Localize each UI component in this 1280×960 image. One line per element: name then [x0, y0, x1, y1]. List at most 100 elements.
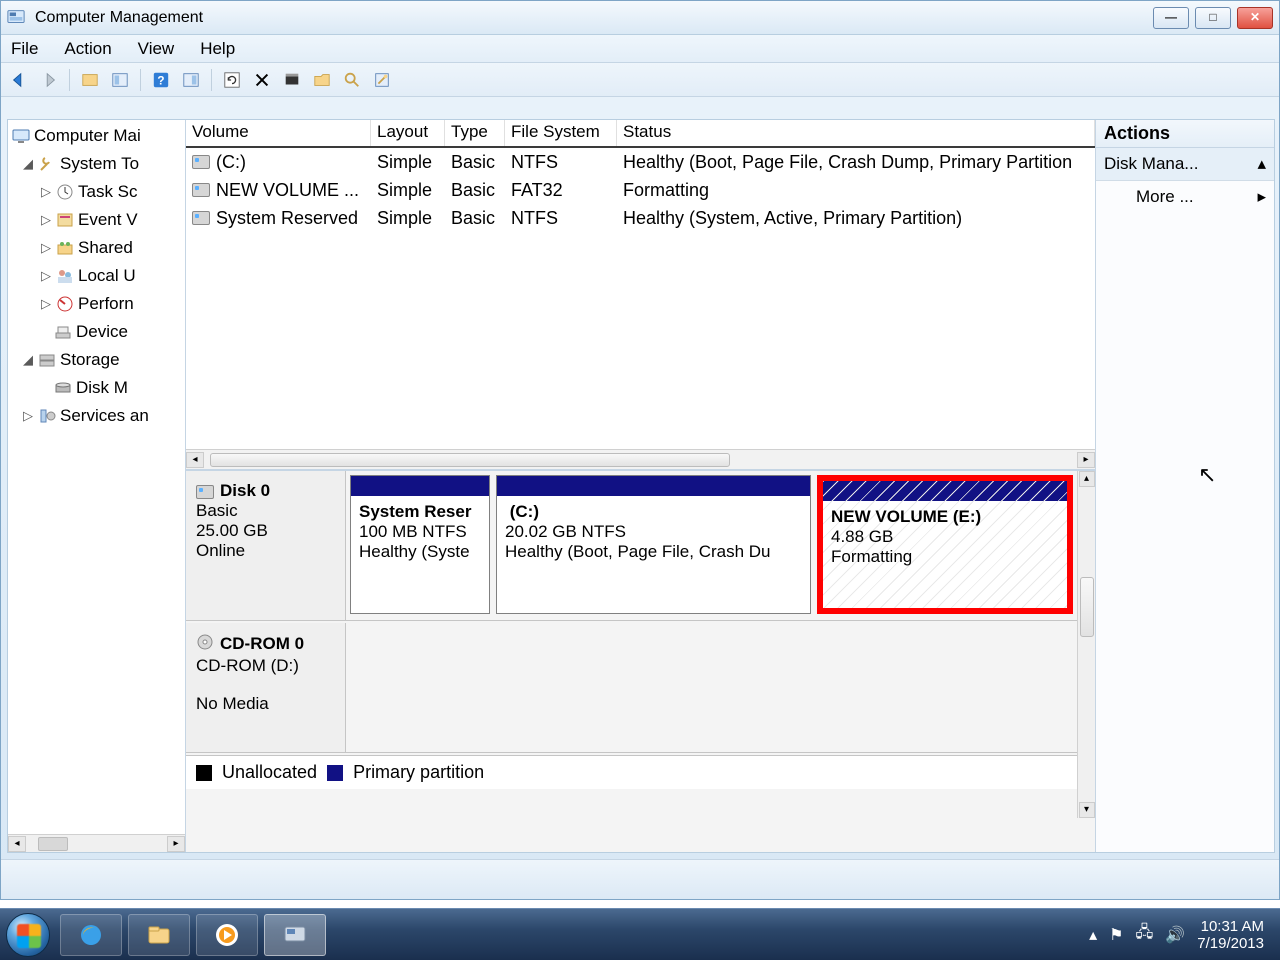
actions-header: Actions — [1096, 120, 1274, 148]
open-icon[interactable] — [310, 68, 334, 92]
window-title: Computer Management — [35, 9, 1153, 27]
expand-icon[interactable]: ▷ — [22, 408, 34, 424]
col-volume[interactable]: Volume — [186, 120, 371, 146]
menu-view[interactable]: View — [138, 39, 175, 59]
tray-clock[interactable]: 10:31 AM 7/19/2013 — [1197, 918, 1264, 952]
tree-disk-management[interactable]: Disk M — [10, 374, 185, 402]
col-filesystem[interactable]: File System — [505, 120, 617, 146]
col-status[interactable]: Status — [617, 120, 1095, 146]
show-hide-tree-button[interactable] — [78, 68, 102, 92]
taskbar[interactable]: ▴ ⚑ 🖧 🔊 10:31 AM 7/19/2013 — [0, 908, 1280, 960]
volume-list-header[interactable]: Volume Layout Type File System Status — [186, 120, 1095, 148]
legend-label-primary: Primary partition — [353, 762, 484, 783]
help-button[interactable]: ? — [149, 68, 173, 92]
system-tray[interactable]: ▴ ⚑ 🖧 🔊 10:31 AM 7/19/2013 — [1089, 918, 1274, 952]
collapse-icon[interactable]: ◢ — [22, 352, 34, 368]
scroll-down-arrow[interactable]: ▾ — [1079, 802, 1095, 818]
navigation-tree[interactable]: Computer Mai ◢ System To ▷ Task Sc ▷ Eve… — [8, 120, 186, 852]
tree-storage[interactable]: ◢ Storage — [10, 346, 185, 374]
scroll-left-arrow[interactable]: ◂ — [8, 836, 26, 852]
mouse-cursor-icon: ↖ — [1198, 462, 1216, 488]
graphical-vertical-scrollbar[interactable]: ▴ ▾ — [1077, 471, 1095, 818]
tree-horizontal-scrollbar[interactable]: ◂ ▸ — [8, 834, 185, 852]
settings-icon[interactable] — [280, 68, 304, 92]
partition-system-reserved[interactable]: System Reser 100 MB NTFS Healthy (Syste — [350, 475, 490, 614]
tree-event-viewer[interactable]: ▷ Event V — [10, 206, 185, 234]
volume-row[interactable]: System Reserved Simple Basic NTFS Health… — [186, 204, 1095, 232]
action-disk-management[interactable]: Disk Mana... ▴ — [1096, 148, 1274, 181]
partition-header — [497, 476, 810, 496]
properties-button[interactable] — [108, 68, 132, 92]
expand-icon[interactable]: ▷ — [40, 296, 52, 312]
tree-shared-folders[interactable]: ▷ Shared — [10, 234, 185, 262]
wizard-icon[interactable] — [370, 68, 394, 92]
volume-row[interactable]: NEW VOLUME ... Simple Basic FAT32 Format… — [186, 176, 1095, 204]
action-more[interactable]: More ... ▸ — [1096, 181, 1274, 213]
tree-local-users[interactable]: ▷ Local U — [10, 262, 185, 290]
taskbar-ie[interactable] — [60, 914, 122, 956]
tree-root[interactable]: Computer Mai — [10, 122, 185, 150]
back-button[interactable] — [7, 68, 31, 92]
taskbar-computer-management[interactable] — [264, 914, 326, 956]
volume-list[interactable]: (C:) Simple Basic NTFS Healthy (Boot, Pa… — [186, 148, 1095, 232]
event-icon — [56, 211, 74, 229]
tree-performance[interactable]: ▷ Perforn — [10, 290, 185, 318]
cdrom-icon — [196, 633, 214, 656]
tray-network-icon[interactable]: 🖧 — [1136, 921, 1154, 948]
refresh-button[interactable] — [220, 68, 244, 92]
app-icon — [7, 8, 27, 28]
scroll-left-arrow[interactable]: ◂ — [186, 452, 204, 468]
expand-icon[interactable]: ▷ — [40, 212, 52, 228]
tree-system-tools[interactable]: ◢ System To — [10, 150, 185, 178]
forward-button[interactable] — [37, 68, 61, 92]
expand-icon[interactable]: ▷ — [40, 268, 52, 284]
menu-action[interactable]: Action — [64, 39, 111, 59]
disk-0-row[interactable]: Disk 0 Basic 25.00 GB Online System Rese… — [186, 471, 1077, 621]
find-icon[interactable] — [340, 68, 364, 92]
scroll-thumb[interactable] — [210, 453, 730, 467]
col-layout[interactable]: Layout — [371, 120, 445, 146]
svg-text:?: ? — [157, 74, 164, 87]
tree-services[interactable]: ▷ Services an — [10, 402, 185, 430]
col-type[interactable]: Type — [445, 120, 505, 146]
tree-device-manager[interactable]: Device — [10, 318, 185, 346]
titlebar[interactable]: Computer Management — □ ✕ — [1, 1, 1279, 35]
scroll-right-arrow[interactable]: ▸ — [167, 836, 185, 852]
tray-flag-icon[interactable]: ⚑ — [1109, 925, 1123, 945]
action-pane-button[interactable] — [179, 68, 203, 92]
disk-icon — [54, 379, 72, 397]
collapse-icon[interactable]: ◢ — [22, 156, 34, 172]
partition-c[interactable]: (C:) 20.02 GB NTFS Healthy (Boot, Page F… — [496, 475, 811, 614]
partition-e-highlighted[interactable]: NEW VOLUME (E:) 4.88 GB Formatting — [817, 475, 1073, 614]
tray-volume-icon[interactable]: 🔊 — [1165, 925, 1185, 945]
scroll-right-arrow[interactable]: ▸ — [1077, 452, 1095, 468]
tray-up-icon[interactable]: ▴ — [1089, 925, 1097, 945]
toolbar-separator — [69, 69, 70, 91]
taskbar-media-player[interactable] — [196, 914, 258, 956]
menu-file[interactable]: File — [11, 39, 38, 59]
toolbar-separator — [140, 69, 141, 91]
cdrom-label[interactable]: CD-ROM 0 CD-ROM (D:) No Media — [186, 623, 346, 752]
drive-icon — [192, 211, 210, 225]
disk-icon — [196, 485, 214, 499]
expand-icon[interactable]: ▷ — [40, 240, 52, 256]
close-button[interactable]: ✕ — [1237, 7, 1273, 29]
taskbar-explorer[interactable] — [128, 914, 190, 956]
clock-icon — [56, 183, 74, 201]
delete-button[interactable] — [250, 68, 274, 92]
minimize-button[interactable]: — — [1153, 7, 1189, 29]
legend-swatch-primary — [327, 765, 343, 781]
expand-icon[interactable]: ▷ — [40, 184, 52, 200]
maximize-button[interactable]: □ — [1195, 7, 1231, 29]
scroll-thumb[interactable] — [38, 837, 68, 851]
disk-0-label[interactable]: Disk 0 Basic 25.00 GB Online — [186, 471, 346, 620]
volume-horizontal-scrollbar[interactable]: ◂ ▸ — [186, 449, 1095, 469]
cdrom-row[interactable]: CD-ROM 0 CD-ROM (D:) No Media — [186, 623, 1077, 753]
scroll-thumb[interactable] — [1080, 577, 1094, 637]
start-button[interactable] — [6, 913, 50, 957]
volume-row[interactable]: (C:) Simple Basic NTFS Healthy (Boot, Pa… — [186, 148, 1095, 176]
menu-help[interactable]: Help — [200, 39, 235, 59]
computer-icon — [12, 127, 30, 145]
tree-task-scheduler[interactable]: ▷ Task Sc — [10, 178, 185, 206]
scroll-up-arrow[interactable]: ▴ — [1079, 471, 1095, 487]
